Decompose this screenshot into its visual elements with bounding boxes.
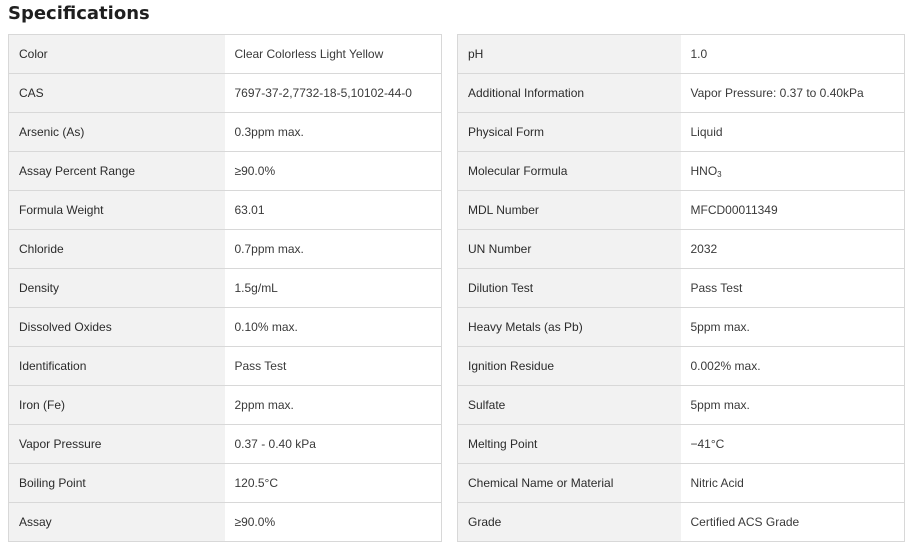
spec-row: pH 1.0 bbox=[457, 34, 905, 74]
spec-label: Ignition Residue bbox=[457, 346, 681, 386]
spec-label: Assay Percent Range bbox=[8, 151, 225, 191]
spec-row: Dilution Test Pass Test bbox=[457, 268, 905, 308]
spec-row: CAS 7697-37-2,7732-18-5,10102-44-0 bbox=[8, 73, 442, 113]
spec-label: Boiling Point bbox=[8, 463, 225, 503]
spec-label: CAS bbox=[8, 73, 225, 113]
spec-label: UN Number bbox=[457, 229, 681, 269]
spec-value: Certified ACS Grade bbox=[680, 502, 905, 542]
spec-row: Assay Percent Range ≥90.0% bbox=[8, 151, 442, 191]
spec-value: 0.002% max. bbox=[680, 346, 905, 386]
spec-label: Molecular Formula bbox=[457, 151, 681, 191]
spec-value-text: HNO bbox=[690, 164, 718, 178]
spec-value: Pass Test bbox=[224, 346, 442, 386]
spec-value: 1.5g/mL bbox=[224, 268, 442, 308]
spec-value: MFCD00011349 bbox=[680, 190, 905, 230]
spec-value: 0.10% max. bbox=[224, 307, 442, 347]
spec-label: Grade bbox=[457, 502, 681, 542]
spec-label: MDL Number bbox=[457, 190, 681, 230]
spec-label: Sulfate bbox=[457, 385, 681, 425]
spec-value: Liquid bbox=[680, 112, 905, 152]
spec-row: Dissolved Oxides 0.10% max. bbox=[8, 307, 442, 347]
spec-row: Heavy Metals (as Pb) 5ppm max. bbox=[457, 307, 905, 347]
spec-label: Vapor Pressure bbox=[8, 424, 225, 464]
spec-value: 2ppm max. bbox=[224, 385, 442, 425]
spec-row: Boiling Point 120.5°C bbox=[8, 463, 442, 503]
spec-label: Chemical Name or Material bbox=[457, 463, 681, 503]
spec-row: Color Clear Colorless Light Yellow bbox=[8, 34, 442, 74]
spec-row: Ignition Residue 0.002% max. bbox=[457, 346, 905, 386]
spec-value: Nitric Acid bbox=[680, 463, 905, 503]
spec-row: Assay ≥90.0% bbox=[8, 502, 442, 542]
spec-row: Vapor Pressure 0.37 - 0.40 kPa bbox=[8, 424, 442, 464]
spec-label: Physical Form bbox=[457, 112, 681, 152]
spec-label: Additional Information bbox=[457, 73, 681, 113]
spec-row: Melting Point −41°C bbox=[457, 424, 905, 464]
spec-value: 120.5°C bbox=[224, 463, 442, 503]
spec-row: MDL Number MFCD00011349 bbox=[457, 190, 905, 230]
spec-row: Grade Certified ACS Grade bbox=[457, 502, 905, 542]
spec-value: 0.7ppm max. bbox=[224, 229, 442, 269]
spec-label: Assay bbox=[8, 502, 225, 542]
spec-value: 7697-37-2,7732-18-5,10102-44-0 bbox=[224, 73, 442, 113]
spec-row: UN Number 2032 bbox=[457, 229, 905, 269]
spec-value: Clear Colorless Light Yellow bbox=[224, 34, 442, 74]
spec-label: Color bbox=[8, 34, 225, 74]
spec-row: Additional Information Vapor Pressure: 0.… bbox=[457, 73, 905, 113]
right-rows: pH 1.0 Additional Information Vapor Pressur… bbox=[457, 34, 905, 542]
spec-value: −41°C bbox=[680, 424, 905, 464]
spec-label: Density bbox=[8, 268, 225, 308]
spec-label: Dilution Test bbox=[457, 268, 681, 308]
spec-value: ≥90.0% bbox=[224, 151, 442, 191]
spec-row: Identification Pass Test bbox=[8, 346, 442, 386]
specifications-table-right: pH 1.0 Additional Information Vapor Pressur… bbox=[457, 34, 905, 542]
spec-value: Pass Test bbox=[680, 268, 905, 308]
left-rows: Color Clear Colorless Light Yellow CAS 7697… bbox=[8, 34, 442, 542]
spec-label: Heavy Metals (as Pb) bbox=[457, 307, 681, 347]
spec-row: Formula Weight 63.01 bbox=[8, 190, 442, 230]
spec-label: pH bbox=[457, 34, 681, 74]
spec-label: Iron (Fe) bbox=[8, 385, 225, 425]
spec-value: 1.0 bbox=[680, 34, 905, 74]
spec-label: Melting Point bbox=[457, 424, 681, 464]
specifications-table-left: Color Clear Colorless Light Yellow CAS 7697… bbox=[8, 34, 442, 542]
spec-value: 0.3ppm max. bbox=[224, 112, 442, 152]
spec-row: Iron (Fe) 2ppm max. bbox=[8, 385, 442, 425]
spec-row: Sulfate 5ppm max. bbox=[457, 385, 905, 425]
spec-row: Chloride 0.7ppm max. bbox=[8, 229, 442, 269]
spec-value: 2032 bbox=[680, 229, 905, 269]
spec-value: 5ppm max. bbox=[680, 307, 905, 347]
spec-row: Chemical Name or Material Nitric Acid bbox=[457, 463, 905, 503]
spec-label: Formula Weight bbox=[8, 190, 225, 230]
spec-label: Arsenic (As) bbox=[8, 112, 225, 152]
spec-row: Molecular Formula HNO3 bbox=[457, 151, 905, 191]
spec-row: Physical Form Liquid bbox=[457, 112, 905, 152]
section-title: Specifications bbox=[8, 3, 150, 24]
spec-row: Arsenic (As) 0.3ppm max. bbox=[8, 112, 442, 152]
spec-value: ≥90.0% bbox=[224, 502, 442, 542]
spec-value-subscript: 3 bbox=[717, 170, 722, 179]
spec-value: 63.01 bbox=[224, 190, 442, 230]
spec-row: Density 1.5g/mL bbox=[8, 268, 442, 308]
spec-label: Identification bbox=[8, 346, 225, 386]
spec-label: Chloride bbox=[8, 229, 225, 269]
spec-label: Dissolved Oxides bbox=[8, 307, 225, 347]
spec-value: 0.37 - 0.40 kPa bbox=[224, 424, 442, 464]
spec-value: HNO3 bbox=[680, 151, 905, 191]
spec-value: 5ppm max. bbox=[680, 385, 905, 425]
spec-value: Vapor Pressure: 0.37 to 0.40kPa bbox=[680, 73, 905, 113]
